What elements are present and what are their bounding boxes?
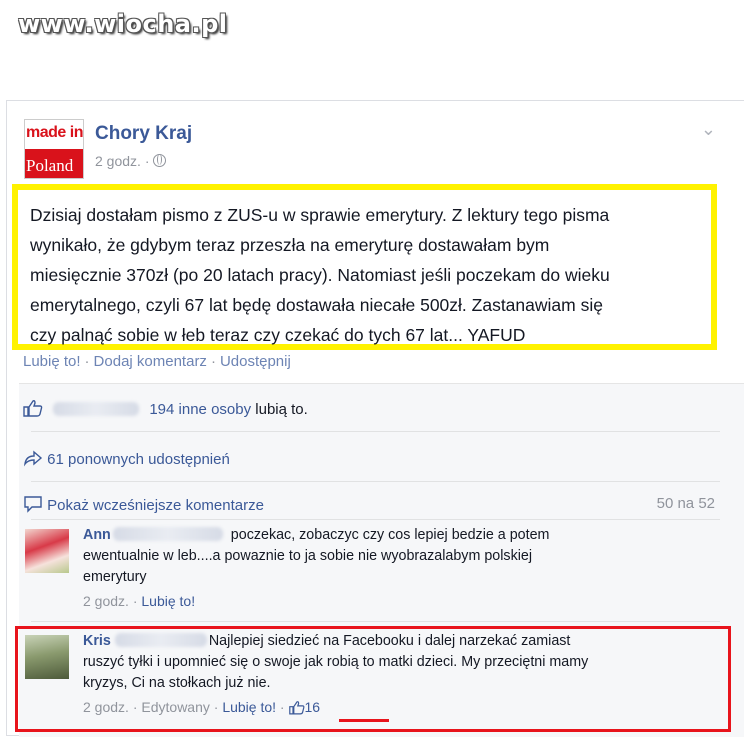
- post-message: Dzisiaj dostałam pismo z ZUS-u w sprawie…: [12, 184, 717, 350]
- site-watermark: www.wiocha.pl: [18, 10, 228, 38]
- comment-time[interactable]: 2 godz.: [83, 593, 129, 609]
- share-arrow-icon: [23, 450, 43, 467]
- post-text-line: miesięcznie 370zł (po 20 latach pracy). …: [30, 265, 610, 285]
- annotation-highlight-box: [15, 626, 731, 732]
- comment-button[interactable]: Dodaj komentarz: [94, 353, 207, 370]
- shares-text: 61 ponownych udostępnień: [47, 451, 230, 468]
- globe-icon: [153, 154, 167, 167]
- chevron-down-icon[interactable]: ⌄: [701, 119, 716, 140]
- share-button[interactable]: Udostępnij: [220, 353, 291, 370]
- divider: [31, 431, 720, 432]
- separator: ·: [84, 353, 90, 370]
- others-link[interactable]: 194 inne osoby: [149, 401, 251, 418]
- likes-summary: 194 inne osoby lubią to.: [23, 399, 308, 418]
- divider: [19, 383, 744, 384]
- comment-bubble-icon: [24, 496, 42, 513]
- shares-summary[interactable]: 61 ponownych udostępnień: [23, 449, 230, 468]
- divider: [31, 481, 720, 482]
- comment-text-line: poczekac, zobaczyc czy cos lepiej bedzie…: [230, 527, 550, 543]
- post-card: made in Poland Chory Kraj 2 godz. · ⌄ Dz…: [6, 100, 744, 737]
- previous-comments-row: Pokaż wcześniejsze komentarze 50 na 52: [23, 495, 715, 514]
- page-avatar[interactable]: made in Poland: [24, 119, 84, 179]
- blurred-name: [53, 402, 140, 416]
- page-name-link[interactable]: Chory Kraj: [95, 123, 192, 145]
- separator: ·: [210, 353, 216, 370]
- thumbs-up-icon: [23, 400, 43, 417]
- divider: [31, 621, 720, 622]
- avatar-logo-bottom: Poland: [25, 149, 83, 178]
- avatar-logo-top: made in: [25, 120, 83, 149]
- comment-text-line: emerytury: [83, 569, 147, 585]
- post-time-text: 2 godz. ·: [95, 153, 150, 169]
- post-actions: Lubię to! · Dodaj komentarz · Udostępnij: [23, 353, 291, 370]
- comment-meta: 2 godz. · Lubię to!: [83, 593, 196, 609]
- post-text-line: Dzisiaj dostałam pismo z ZUS-u w sprawie…: [30, 205, 610, 225]
- annotation-underline: [339, 719, 389, 722]
- post-text-line: wynikało, że gdybym teraz przeszła na em…: [30, 235, 550, 255]
- show-previous-comments-link[interactable]: Pokaż wcześniejsze komentarze: [47, 497, 264, 514]
- commenter-avatar[interactable]: [25, 529, 69, 573]
- divider: [31, 519, 720, 520]
- comment-text-line: ewentualnie w leb....a powaznie to ja so…: [83, 548, 533, 564]
- post-timestamp[interactable]: 2 godz. ·: [95, 153, 167, 169]
- blurred-name: [112, 527, 223, 541]
- comment-count: 50 na 52: [656, 495, 715, 512]
- post-text-line: emerytalnego, czyli 67 lat będę dostawał…: [30, 295, 603, 315]
- comment-like-button[interactable]: Lubię to!: [141, 593, 195, 609]
- likes-suffix: lubią to.: [255, 401, 308, 418]
- like-button[interactable]: Lubię to!: [23, 353, 81, 370]
- post-text-line: czy palnąć sobie w łeb teraz czy czekać …: [30, 325, 526, 345]
- comment-author-link[interactable]: Ann: [83, 527, 111, 543]
- comment-body: Ann poczekac, zobaczyc czy cos lepiej bed…: [83, 525, 713, 612]
